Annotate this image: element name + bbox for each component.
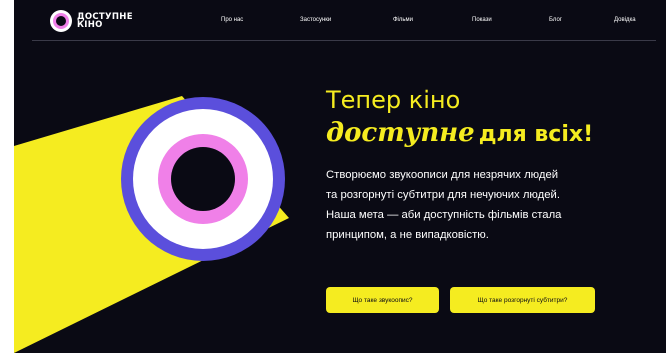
headline-rest: для всіх! xyxy=(478,122,594,147)
headline-line-2: доступне для всіх! xyxy=(326,114,593,151)
hero-description: Створюємо звукоописи для незрячих людей … xyxy=(326,165,626,245)
description-line: принципом, а не випадковістю. xyxy=(326,229,489,241)
hero-headline: Тепер кіно доступне для всіх! xyxy=(326,86,593,151)
nav-item-screenings[interactable]: Покази xyxy=(472,17,492,23)
header-divider xyxy=(32,40,656,41)
extended-subtitles-button[interactable]: Що таке розгорнуті субтитри? xyxy=(450,287,595,313)
website-page: ДОСТУПНЕ КІНО Про нас Застосунки Фільми … xyxy=(14,0,666,353)
description-line: та розгорнуті субтитри для нечуючих люде… xyxy=(326,189,560,201)
lens-center-graphic xyxy=(171,147,235,211)
nav-item-films[interactable]: Фільми xyxy=(393,17,413,23)
nav-item-help[interactable]: Довідка xyxy=(614,17,636,23)
headline-accent: доступне xyxy=(326,118,475,148)
description-line: Наша мета — аби доступність фільмів стал… xyxy=(326,209,562,221)
nav-item-apps[interactable]: Застосунки xyxy=(300,17,331,23)
nav-item-about[interactable]: Про нас xyxy=(221,17,243,23)
nav-item-blog[interactable]: Блог xyxy=(549,17,562,23)
main-nav: Про нас Застосунки Фільми Покази Блог До… xyxy=(14,17,666,29)
description-line: Створюємо звукоописи для незрячих людей xyxy=(326,169,559,181)
headline-line-1: Тепер кіно xyxy=(326,86,461,114)
audio-description-button[interactable]: Що таке звукоопис? xyxy=(326,287,439,313)
